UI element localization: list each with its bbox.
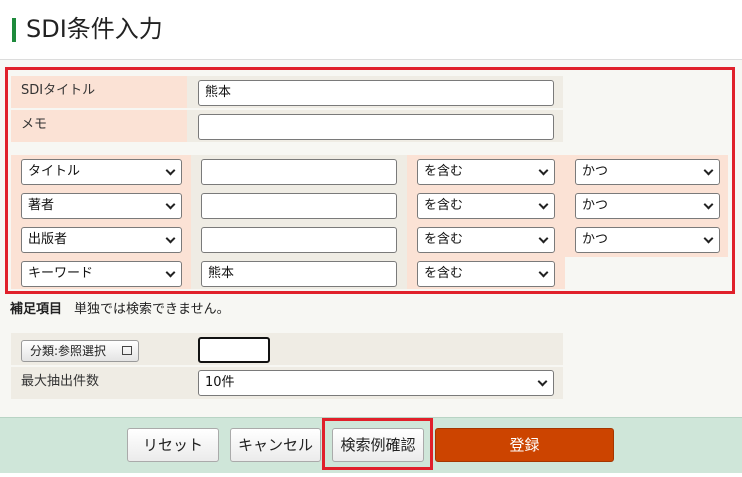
title-accent-bar: [12, 18, 16, 42]
reset-button[interactable]: リセット: [127, 428, 219, 462]
max-results-label: 最大抽出件数: [11, 367, 187, 399]
title-bar: SDI条件入力: [0, 0, 742, 60]
supplement-note: 補足項目 単独では検索できません。: [10, 300, 230, 320]
classification-input[interactable]: [198, 337, 270, 363]
chevron-down-icon: [537, 376, 548, 387]
cancel-button[interactable]: キャンセル: [230, 428, 321, 462]
classification-button-label: 分類:参照選択: [30, 344, 107, 358]
supplement-label: 補足項目: [10, 302, 63, 317]
search-example-highlight-box: [322, 418, 433, 470]
window-icon: [122, 346, 132, 355]
page-title: SDI条件入力: [26, 15, 163, 43]
supplement-text: 単独では検索できません。: [74, 302, 230, 317]
max-results-select[interactable]: 10件: [198, 370, 554, 396]
register-button[interactable]: 登録: [435, 428, 614, 462]
classification-reference-button[interactable]: 分類:参照選択: [21, 340, 139, 362]
criteria-highlight-box: [5, 67, 735, 294]
